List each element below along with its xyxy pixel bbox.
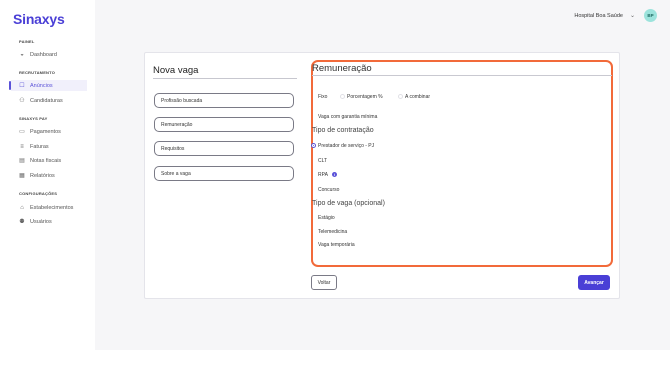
contract-option-rpa[interactable]: RPA: [318, 172, 328, 178]
sidebar-item-relatorios[interactable]: ▦ Relatórios: [11, 170, 87, 181]
back-button[interactable]: Voltar: [311, 275, 337, 290]
users-icon: ⚉: [19, 219, 25, 225]
contract-option-concurso[interactable]: Concurso: [318, 187, 339, 193]
brand-logo[interactable]: Sinaxys: [13, 11, 65, 27]
sidebar-item-label: Faturas: [30, 143, 49, 150]
sidebar-item-label: Notas fiscais: [30, 157, 62, 164]
report-icon: ▦: [19, 173, 25, 179]
job-type-title: Tipo de vaga (opcional): [312, 200, 385, 207]
dashboard-icon: ◒: [20, 51, 24, 58]
job-type-telemedicina[interactable]: Telemedicina: [318, 229, 347, 235]
building-icon: ⌂: [20, 204, 24, 211]
sidebar-item-label: Usuários: [30, 218, 52, 225]
section-configuracoes: CONFIGURAÇÕES: [19, 191, 58, 196]
pay-option-porcentagem[interactable]: Porcentagem %: [347, 94, 383, 100]
radio-porcentagem[interactable]: [340, 94, 345, 99]
next-button[interactable]: Avançar: [578, 275, 610, 290]
sidebar-item-label: Candidaturas: [30, 97, 63, 104]
receipt-icon: ▤: [19, 158, 25, 164]
account-menu[interactable]: Hospital Boa Saúde ⌄ BP: [574, 9, 657, 22]
job-type-estagio[interactable]: Estágio: [318, 215, 335, 221]
sidebar-item-estabelecimentos[interactable]: ⌂ Estabelecimentos: [11, 202, 87, 213]
megaphone-icon: ☐: [19, 83, 25, 89]
sidebar-item-label: Relatórios: [30, 172, 55, 179]
job-type-temporaria[interactable]: Vaga temporária: [318, 242, 355, 248]
section-sinaxys-pay: SINAXYS PAY: [19, 116, 48, 121]
section-title: Remuneração: [312, 63, 372, 74]
sidebar-item-label: Anúncios: [30, 82, 53, 89]
step-requisitos[interactable]: Requisitos: [154, 141, 294, 156]
garantia-minima-option[interactable]: Vaga com garantia mínima: [318, 114, 377, 120]
section-recrutamento: RECRUTAMENTO: [19, 70, 56, 75]
sidebar-item-pagamentos[interactable]: ▭ Pagamentos: [11, 126, 87, 137]
radio-a-combinar[interactable]: [398, 94, 403, 99]
divider: [312, 75, 612, 76]
people-icon: ⚇: [19, 98, 25, 104]
sidebar-item-label: Pagamentos: [30, 128, 61, 135]
sidebar-item-label: Dashboard: [30, 51, 57, 58]
sidebar-item-candidaturas[interactable]: ⚇ Candidaturas: [11, 95, 87, 106]
sidebar-item-anuncios[interactable]: ☐ Anúncios: [9, 80, 87, 91]
info-icon[interactable]: i: [332, 172, 337, 177]
invoice-icon: ≡: [20, 143, 24, 150]
pay-option-a-combinar[interactable]: A combinar: [405, 94, 430, 100]
step-remuneracao[interactable]: Remuneração: [154, 117, 294, 132]
sidebar-item-usuarios[interactable]: ⚉ Usuários: [11, 216, 87, 227]
sidebar-item-label: Estabelecimentos: [30, 204, 74, 211]
hospital-name: Hospital Boa Saúde: [574, 12, 623, 19]
sidebar: Sinaxys PAINEL ◒ Dashboard RECRUTAMENTO …: [0, 0, 95, 350]
remuneracao-panel: [311, 60, 613, 267]
sidebar-item-dashboard[interactable]: ◒ Dashboard: [11, 49, 87, 60]
contract-type-title: Tipo de contratação: [312, 127, 374, 134]
section-painel: PAINEL: [19, 39, 35, 44]
sidebar-item-faturas[interactable]: ≡ Faturas: [11, 141, 87, 152]
app: Sinaxys PAINEL ◒ Dashboard RECRUTAMENTO …: [0, 0, 670, 350]
pay-option-fixo[interactable]: Fixo: [318, 94, 327, 100]
sidebar-item-notas-fiscais[interactable]: ▤ Notas fiscais: [11, 155, 87, 166]
step-sobre-vaga[interactable]: Sobre a vaga: [154, 166, 294, 181]
chevron-down-icon: ⌄: [629, 13, 635, 19]
payment-icon: ▭: [19, 129, 25, 135]
step-profissao[interactable]: Profissão buscada: [154, 93, 294, 108]
contract-option-clt[interactable]: CLT: [318, 158, 327, 164]
radio-pj-selected[interactable]: [311, 143, 316, 148]
avatar[interactable]: BP: [644, 9, 657, 22]
contract-option-pj[interactable]: Prestador de serviço - PJ: [318, 143, 374, 149]
divider: [153, 78, 297, 79]
page-title: Nova vaga: [153, 65, 199, 76]
